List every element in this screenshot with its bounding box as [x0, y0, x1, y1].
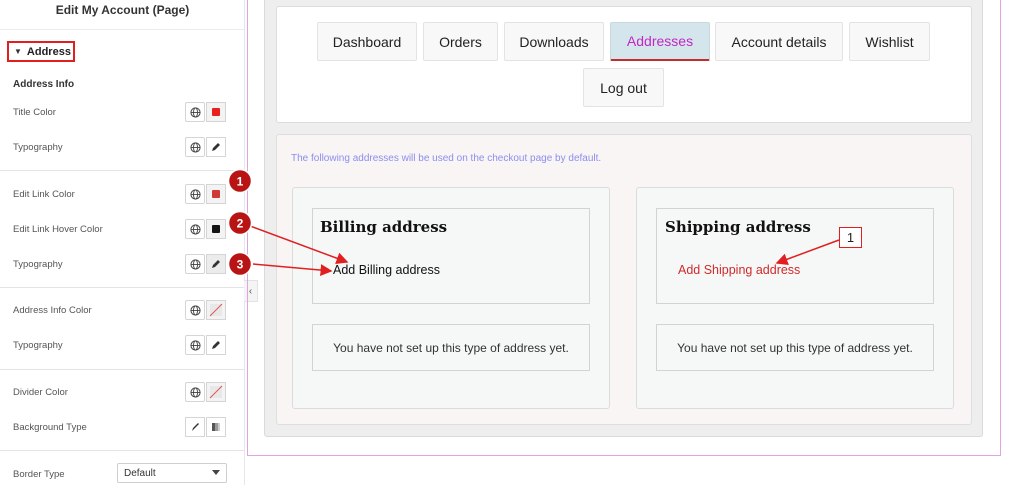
- global-settings-icon[interactable]: [185, 300, 205, 320]
- annotation-box-1: 1: [839, 227, 862, 248]
- address-info-heading: Address Info: [13, 79, 75, 90]
- title-color-swatch[interactable]: [206, 102, 226, 122]
- tab-orders[interactable]: Orders: [423, 22, 498, 61]
- shipping-address-title: Shipping address: [665, 218, 811, 236]
- border-type-value: Default: [124, 467, 156, 479]
- edit-link-color-label: Edit Link Color: [13, 189, 75, 200]
- border-type-label: Border Type: [13, 469, 65, 480]
- tab-wishlist[interactable]: Wishlist: [849, 22, 930, 61]
- divider: [0, 369, 245, 370]
- global-settings-icon[interactable]: [185, 102, 205, 122]
- edit-typography-pencil-icon[interactable]: [206, 137, 226, 157]
- typography-label: Typography: [13, 259, 63, 270]
- background-type-label: Background Type: [13, 422, 87, 433]
- screen: Edit My Account (Page) ▼ Address Address…: [0, 0, 1024, 485]
- global-settings-icon[interactable]: [185, 184, 205, 204]
- divider: [0, 170, 245, 171]
- panel-title: Edit My Account (Page): [55, 3, 190, 17]
- edit-typography-pencil-icon[interactable]: [206, 254, 226, 274]
- tab-account-details[interactable]: Account details: [715, 22, 843, 61]
- divider-color-swatch[interactable]: [206, 382, 226, 402]
- add-billing-address-link[interactable]: Add Billing address: [333, 263, 440, 277]
- tab-log-out[interactable]: Log out: [583, 68, 664, 107]
- color-chip: [212, 225, 220, 233]
- tab-downloads[interactable]: Downloads: [504, 22, 604, 61]
- no-color-icon: [209, 385, 223, 399]
- typography-label: Typography: [13, 340, 63, 351]
- divider: [0, 450, 245, 451]
- global-settings-icon[interactable]: [185, 254, 205, 274]
- billing-empty-message: You have not set up this type of address…: [312, 324, 590, 371]
- address-section-toggle[interactable]: ▼ Address: [7, 41, 75, 62]
- addresses-notice: The following addresses will be used on …: [291, 153, 602, 164]
- address-info-color-label: Address Info Color: [13, 305, 92, 316]
- panel-header: Edit My Account (Page): [0, 0, 245, 30]
- color-chip: [212, 108, 220, 116]
- tab-dashboard[interactable]: Dashboard: [317, 22, 417, 61]
- settings-panel: Edit My Account (Page) ▼ Address Address…: [0, 0, 245, 485]
- edit-link-color-swatch[interactable]: [206, 184, 226, 204]
- divider: [0, 287, 245, 288]
- shipping-empty-message: You have not set up this type of address…: [656, 324, 934, 371]
- no-color-icon: [209, 303, 223, 317]
- chevron-down-icon: [212, 470, 220, 475]
- tab-addresses[interactable]: Addresses: [610, 22, 710, 61]
- title-color-label: Title Color: [13, 107, 56, 118]
- border-type-select[interactable]: Default: [117, 463, 227, 483]
- global-settings-icon[interactable]: [185, 219, 205, 239]
- billing-address-title: Billing address: [320, 218, 448, 236]
- edit-link-hover-color-swatch[interactable]: [206, 219, 226, 239]
- global-settings-icon[interactable]: [185, 335, 205, 355]
- address-info-color-swatch[interactable]: [206, 300, 226, 320]
- edit-link-hover-color-label: Edit Link Hover Color: [13, 224, 103, 235]
- global-settings-icon[interactable]: [185, 137, 205, 157]
- classic-brush-icon[interactable]: [185, 417, 205, 437]
- caret-down-icon: ▼: [14, 47, 22, 56]
- edit-typography-pencil-icon[interactable]: [206, 335, 226, 355]
- gradient-icon[interactable]: [206, 417, 226, 437]
- section-label: Address: [26, 45, 71, 58]
- typography-label: Typography: [13, 142, 63, 153]
- divider-color-label: Divider Color: [13, 387, 68, 398]
- color-chip: [212, 190, 220, 198]
- add-shipping-address-link[interactable]: Add Shipping address: [678, 263, 800, 277]
- global-settings-icon[interactable]: [185, 382, 205, 402]
